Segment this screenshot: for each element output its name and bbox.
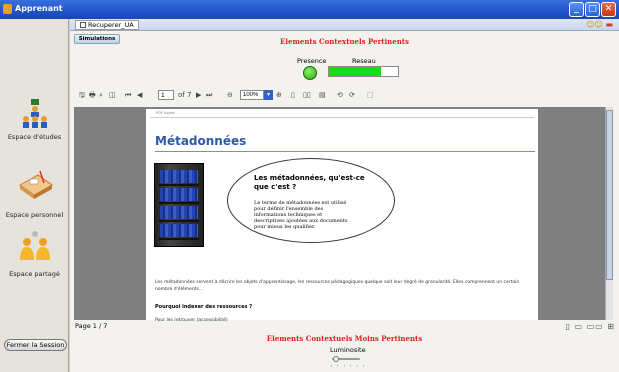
tab-bar: Recuperer_UA ☺☺ ▬ [70, 19, 619, 31]
view-mode-icons[interactable]: ▯ ▭ ▭▭ ⊞ [566, 322, 615, 331]
reseau-label: Reseau [352, 57, 376, 65]
main-panel: Recuperer_UA ☺☺ ▬ Simulations Elements C… [70, 19, 619, 372]
find-icon[interactable]: ⌕ [99, 90, 103, 100]
sidebar-item-espace-partage[interactable]: Espace partagé [0, 230, 69, 278]
last-page-icon[interactable]: ⏭ [206, 90, 212, 100]
definition-bubble: Les métadonnées, qu'est-ce que c'est ? L… [227, 158, 395, 243]
sidebar: Espace d'études Espace personnel Espace … [0, 19, 69, 372]
zoom-in-icon[interactable]: ⊕ [276, 90, 282, 100]
select-icon[interactable]: ⬚ [367, 90, 374, 100]
top-right-icons: ☺☺ ▬ [586, 20, 613, 29]
reseau-progress-fill [329, 67, 381, 76]
shared-users-icon [19, 231, 50, 260]
maximize-button[interactable]: □ [585, 2, 600, 17]
close-button[interactable]: ✕ [601, 2, 616, 17]
print-icon[interactable]: 🖶 [89, 90, 96, 100]
doc-title: Métadonnées [155, 134, 247, 148]
prev-page-icon[interactable]: ◀ [137, 90, 142, 100]
page-count: Page 1 / 7 [75, 322, 108, 330]
sidebar-item-espace-etudes[interactable]: Espace d'études [0, 99, 69, 141]
sidebar-item-label: Espace d'études [7, 133, 62, 141]
doc-header: PDF Sujets [156, 111, 175, 115]
sidebar-toggle-icon[interactable]: ◫ [109, 90, 116, 100]
window-titlebar: Apprenant _ □ ✕ [0, 0, 619, 19]
page-number-input[interactable] [158, 90, 174, 100]
first-page-icon[interactable]: ⏮ [125, 90, 131, 100]
tab-label-text: Recuperer_UA [88, 21, 134, 29]
window-title: Apprenant [15, 4, 63, 13]
smiley-icon[interactable]: ☺☺ [586, 20, 603, 29]
scrollbar-thumb[interactable] [606, 110, 613, 280]
next-page-icon[interactable]: ▶ [196, 90, 201, 100]
page-status-bar: Page 1 / 7 ▯ ▭ ▭▭ ⊞ [70, 322, 619, 332]
vertical-scrollbar[interactable] [605, 107, 613, 320]
luminosite-label: Luminosite [330, 346, 366, 354]
luminosite-slider[interactable] [332, 356, 360, 362]
slider-ticks: ı ı ı ı ı ı [331, 363, 367, 368]
single-page-icon[interactable]: ▯ [291, 90, 295, 100]
tab-checkbox[interactable] [80, 22, 86, 28]
presence-label: Presence [297, 57, 327, 65]
students-icon [22, 99, 47, 128]
bookshelf-image [154, 163, 204, 247]
pdf-page: PDF Sujets Métadonnées Les métadonnées, … [146, 109, 538, 323]
pdf-toolbar: 🖫 🖶 ⌕ ◫ ⏮ ◀ of 7 ▶ ⏭ ⊖ ▾ ⊕ ▯ ▯▯ ▤ ⟲ ⟳ ⬚ [79, 90, 379, 102]
presence-indicator [303, 66, 317, 80]
desk-icon [18, 170, 53, 199]
zoom-out-icon[interactable]: ⊖ [227, 90, 233, 100]
logout-button[interactable]: Fermer la Session [4, 339, 67, 351]
page-total: of 7 [178, 91, 192, 99]
sidebar-item-label: Espace partagé [9, 270, 60, 278]
sidebar-item-espace-personnel[interactable]: Espace personnel [0, 165, 69, 219]
save-icon[interactable]: 🖫 [79, 90, 85, 100]
definition-question: Les métadonnées, qu'est-ce que c'est ? [254, 174, 365, 191]
pertinent-title: Elements Contextuels Pertinents [280, 37, 409, 46]
doc-subheading: Pourquoi indexer des ressources ? [155, 304, 253, 310]
minimize-button[interactable]: _ [569, 2, 584, 17]
zoom-input[interactable] [240, 90, 264, 100]
doc-header-rule [150, 117, 534, 118]
two-page-icon[interactable]: ▯▯ [303, 90, 311, 100]
continuous-icon[interactable]: ▤ [319, 90, 326, 100]
doc-paragraph: Les métadonnées servent à décrire les ob… [155, 280, 520, 292]
pdf-viewer[interactable]: PDF Sujets Métadonnées Les métadonnées, … [74, 107, 613, 323]
slider-thumb[interactable] [333, 356, 340, 362]
app-icon [3, 4, 12, 14]
definition-text: Le terme de métadonnées est utilisé pour… [254, 200, 348, 230]
close-tab-icon[interactable]: ▬ [605, 20, 613, 29]
sidebar-item-label: Espace personnel [5, 211, 64, 219]
less-pertinent-title: Elements Contextuels Moins Pertinents [266, 334, 423, 343]
doc-title-rule [155, 151, 535, 152]
fit-icon[interactable]: ⟳ [349, 90, 355, 100]
reseau-progress-bar [328, 66, 399, 77]
zoom-dropdown-icon[interactable]: ▾ [264, 90, 273, 100]
tab-recuperer-ua[interactable]: Recuperer_UA [75, 20, 139, 30]
rotate-icon[interactable]: ⟲ [337, 90, 343, 100]
